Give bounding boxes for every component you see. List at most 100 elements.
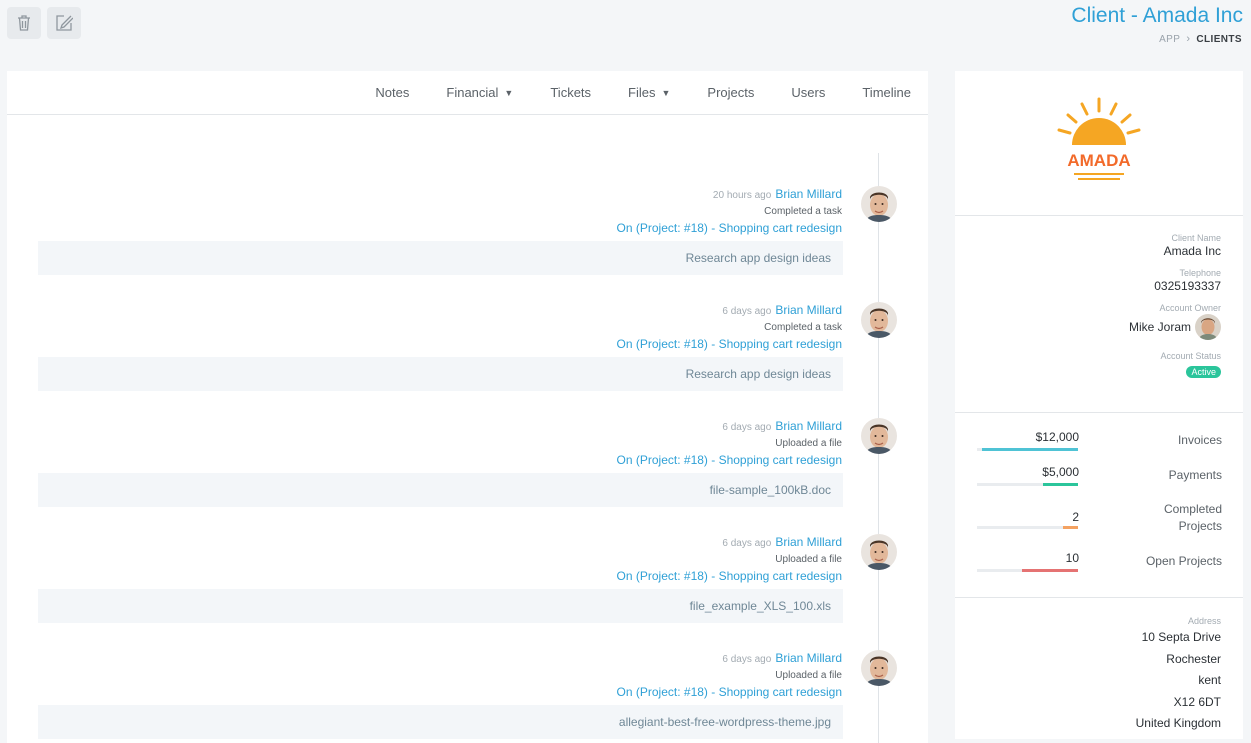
breadcrumb: APP › CLIENTS <box>1159 33 1242 45</box>
client-name: Amada Inc <box>1163 244 1221 258</box>
timeline-entry: 20 hours ago Brian Millard Completed a ta… <box>7 186 928 302</box>
tab-bar: Timeline Users Projects Files ▼ Tickets F… <box>7 71 928 115</box>
entry-action: Uploaded a file <box>775 554 842 565</box>
address-line: kent <box>1198 673 1221 687</box>
timeline-feed: 20 hours ago Brian Millard Completed a ta… <box>7 186 928 743</box>
avatar[interactable] <box>861 186 897 222</box>
user-avatar-icon <box>861 418 897 454</box>
entry-project-link[interactable]: On (Project: #18) - Shopping cart redesi… <box>617 568 842 585</box>
entry-user-link[interactable]: Brian Millard <box>775 187 842 201</box>
stat-value: 2 <box>1072 510 1079 524</box>
tab-label: Tickets <box>550 85 592 100</box>
tab-files[interactable]: Files ▼ <box>628 85 670 100</box>
main-panel: Timeline Users Projects Files ▼ Tickets F… <box>7 71 928 743</box>
owner-avatar-icon <box>1195 314 1221 340</box>
caret-down-icon: ▼ <box>504 87 514 98</box>
progress-fill <box>1042 483 1078 486</box>
telephone: 0325193337 <box>1154 279 1221 293</box>
client-sidebar: AMADA Client Name Amada Inc Telephone 03… <box>955 71 1243 739</box>
entry-action: Uploaded a file <box>775 670 842 681</box>
caret-down-icon: ▼ <box>661 87 671 98</box>
telephone-label: Telephone <box>1179 268 1221 278</box>
timeline-entry: 6 days ago Brian Millard Uploaded a file … <box>7 418 928 534</box>
entry-time: 6 days ago <box>722 422 772 433</box>
tab-notes[interactable]: Notes <box>375 85 409 100</box>
tab-label: Projects <box>707 85 755 100</box>
user-avatar-icon <box>861 534 897 570</box>
page-title: Client - Amada Inc <box>1071 4 1243 27</box>
entry-action: Completed a task <box>764 322 842 333</box>
tab-users[interactable]: Users <box>791 85 825 100</box>
tab-label: Financial <box>446 85 499 100</box>
avatar <box>1195 314 1221 340</box>
user-avatar-icon <box>861 302 897 338</box>
entry-detail[interactable]: Research app design ideas <box>38 241 843 275</box>
entry-user-link[interactable]: Brian Millard <box>775 651 842 665</box>
progress-fill <box>1022 569 1078 572</box>
status-badge: Active <box>1186 366 1221 378</box>
entry-action: Completed a task <box>764 206 842 217</box>
avatar[interactable] <box>861 650 897 686</box>
edit-icon <box>56 15 73 31</box>
entry-meta: 6 days ago Brian Millard Uploaded a file … <box>617 418 842 469</box>
breadcrumb-current: CLIENTS <box>1196 33 1242 45</box>
stat-completed-projects: Completed Projects 2 <box>955 501 1243 533</box>
stat-label: Payments <box>1168 468 1222 482</box>
tab-tickets[interactable]: Tickets <box>550 85 591 100</box>
entry-meta: 6 days ago Brian Millard Completed a task… <box>617 302 842 353</box>
entry-time: 20 hours ago <box>712 190 772 201</box>
stat-payments: Payments $5,000 <box>955 465 1243 495</box>
entry-detail[interactable]: file-sample_100kB.doc <box>38 473 843 507</box>
divider <box>955 597 1243 598</box>
tab-timeline[interactable]: Timeline <box>862 85 911 100</box>
entry-project-link[interactable]: On (Project: #18) - Shopping cart redesi… <box>617 336 842 353</box>
account-owner[interactable]: Mike Joram <box>1129 314 1221 340</box>
entry-action: Uploaded a file <box>775 438 842 449</box>
entry-meta: 6 days ago Brian Millard Uploaded a file … <box>617 650 842 701</box>
trash-icon <box>18 15 30 31</box>
progress-bar <box>977 448 1078 451</box>
account-status-label: Account Status <box>1160 351 1221 361</box>
entry-project-link[interactable]: On (Project: #18) - Shopping cart redesi… <box>617 220 842 237</box>
entry-user-link[interactable]: Brian Millard <box>775 419 842 433</box>
address-line: Rochester <box>1166 651 1221 666</box>
stat-open-projects: Open Projects 10 <box>955 551 1243 581</box>
stat-label: Open Projects <box>1145 554 1222 568</box>
tab-projects[interactable]: Projects <box>707 85 754 100</box>
avatar[interactable] <box>861 418 897 454</box>
logo-wordmark: AMADA <box>1067 151 1130 170</box>
stat-label: Invoices <box>1177 433 1222 447</box>
breadcrumb-app[interactable]: APP <box>1159 34 1180 45</box>
entry-time: 6 days ago <box>722 538 772 549</box>
address-line: X12 6DT <box>1173 694 1221 709</box>
entry-time: 6 days ago <box>722 306 772 317</box>
entry-detail[interactable]: allegiant-best-free-wordpress-theme.jpg <box>38 705 843 739</box>
address-block: Address 10 Septa Drive Rochester kent X1… <box>1136 616 1221 735</box>
account-owner-name: Mike Joram <box>1128 319 1191 334</box>
entry-project-link[interactable]: On (Project: #18) - Shopping cart redesi… <box>617 452 842 469</box>
delete-button[interactable] <box>7 7 41 39</box>
address-label: Address <box>1187 616 1221 626</box>
user-avatar-icon <box>861 650 897 686</box>
tab-label: Timeline <box>862 85 911 100</box>
entry-user-link[interactable]: Brian Millard <box>775 535 842 549</box>
progress-fill <box>982 448 1078 451</box>
entry-meta: 6 days ago Brian Millard Uploaded a file … <box>617 534 842 585</box>
tab-financial[interactable]: Financial ▼ <box>446 85 513 100</box>
entry-user-link[interactable]: Brian Millard <box>775 303 842 317</box>
entry-detail[interactable]: file_example_XLS_100.xls <box>38 589 843 623</box>
amada-logo: AMADA <box>1057 97 1141 180</box>
client-name-label: Client Name <box>1171 233 1221 243</box>
stat-value: 10 <box>1065 551 1079 565</box>
avatar[interactable] <box>861 302 897 338</box>
progress-fill <box>1062 526 1078 529</box>
toolbar <box>7 7 81 39</box>
avatar[interactable] <box>861 534 897 570</box>
entry-project-link[interactable]: On (Project: #18) - Shopping cart redesi… <box>617 684 842 701</box>
tab-label: Files <box>628 85 656 100</box>
entry-detail[interactable]: Research app design ideas <box>38 357 843 391</box>
client-logo: AMADA <box>955 71 1243 216</box>
edit-button[interactable] <box>47 7 81 39</box>
divider <box>955 412 1243 413</box>
stat-invoices: Invoices $12,000 <box>955 430 1243 460</box>
